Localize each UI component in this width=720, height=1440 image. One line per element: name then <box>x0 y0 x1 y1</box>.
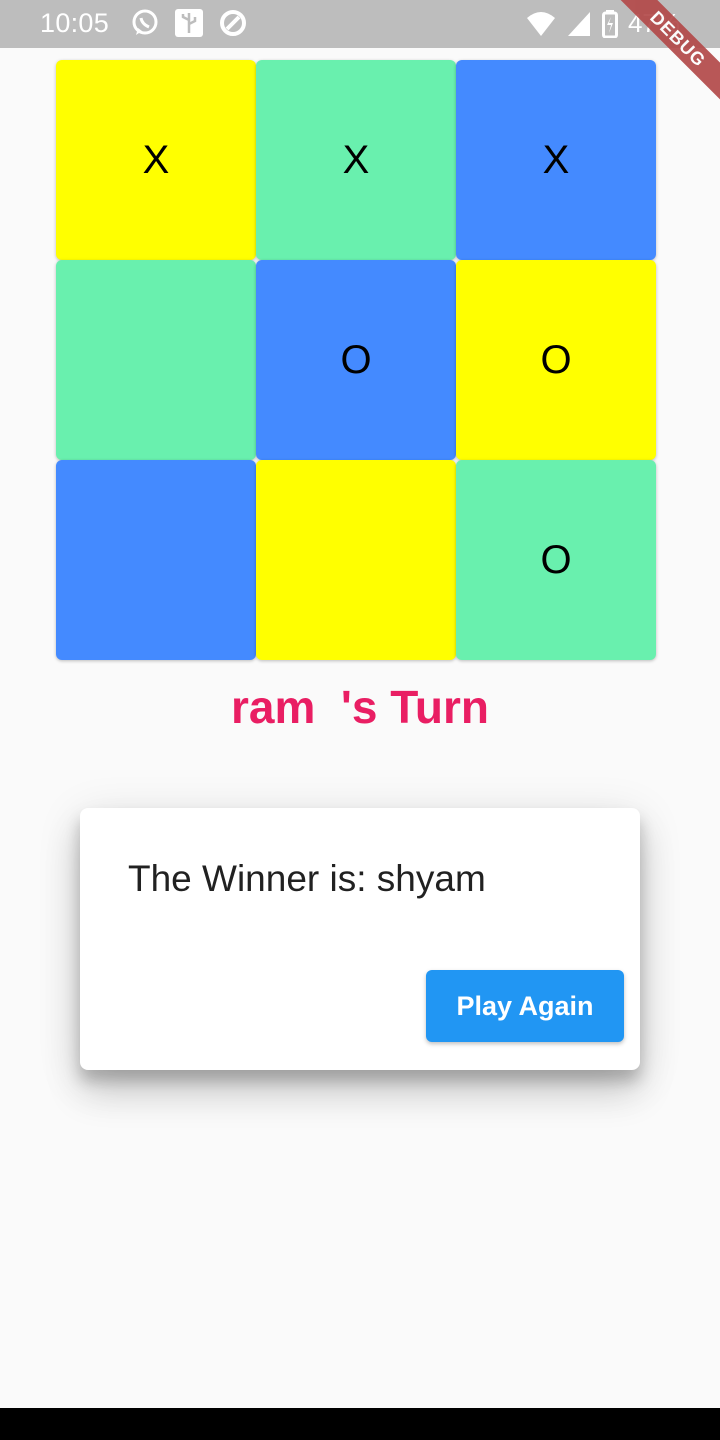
board-cell[interactable]: X <box>56 60 256 260</box>
cell-mark: O <box>340 337 372 382</box>
board-cell[interactable]: O <box>456 260 656 460</box>
board-cell[interactable]: O <box>256 260 456 460</box>
cell-mark: X <box>142 137 170 182</box>
cell-mark: X <box>542 137 570 182</box>
whatsapp-icon <box>132 9 158 35</box>
signal-icon <box>567 11 590 36</box>
status-bar: 10:05 47% DEBUG <box>0 0 720 119</box>
usb-icon <box>175 9 203 37</box>
board-cell[interactable]: O <box>456 460 656 660</box>
battery-icon <box>601 9 618 38</box>
board-cell[interactable]: X <box>256 60 456 260</box>
cell-mark: O <box>540 337 572 382</box>
status-time: 10:05 <box>40 8 110 38</box>
cell-mark: X <box>342 137 370 182</box>
winner-dialog: The Winner is: shyam Play Again <box>80 808 640 1070</box>
sync-icon <box>220 10 246 36</box>
wifi-icon <box>526 11 555 36</box>
status-icons-left <box>130 8 248 38</box>
play-again-button[interactable]: Play Again <box>426 970 624 1042</box>
cell-mark: O <box>540 537 572 582</box>
turn-indicator: ram 's Turn <box>230 681 490 733</box>
board-cell[interactable]: X <box>456 60 656 260</box>
board-cell[interactable] <box>256 460 456 660</box>
winner-message: The Winner is: shyam <box>128 858 486 899</box>
navigation-bar <box>0 1408 720 1440</box>
game-board: X X X O O O <box>56 60 656 660</box>
board-cell[interactable] <box>56 260 256 460</box>
board-cell[interactable] <box>56 460 256 660</box>
